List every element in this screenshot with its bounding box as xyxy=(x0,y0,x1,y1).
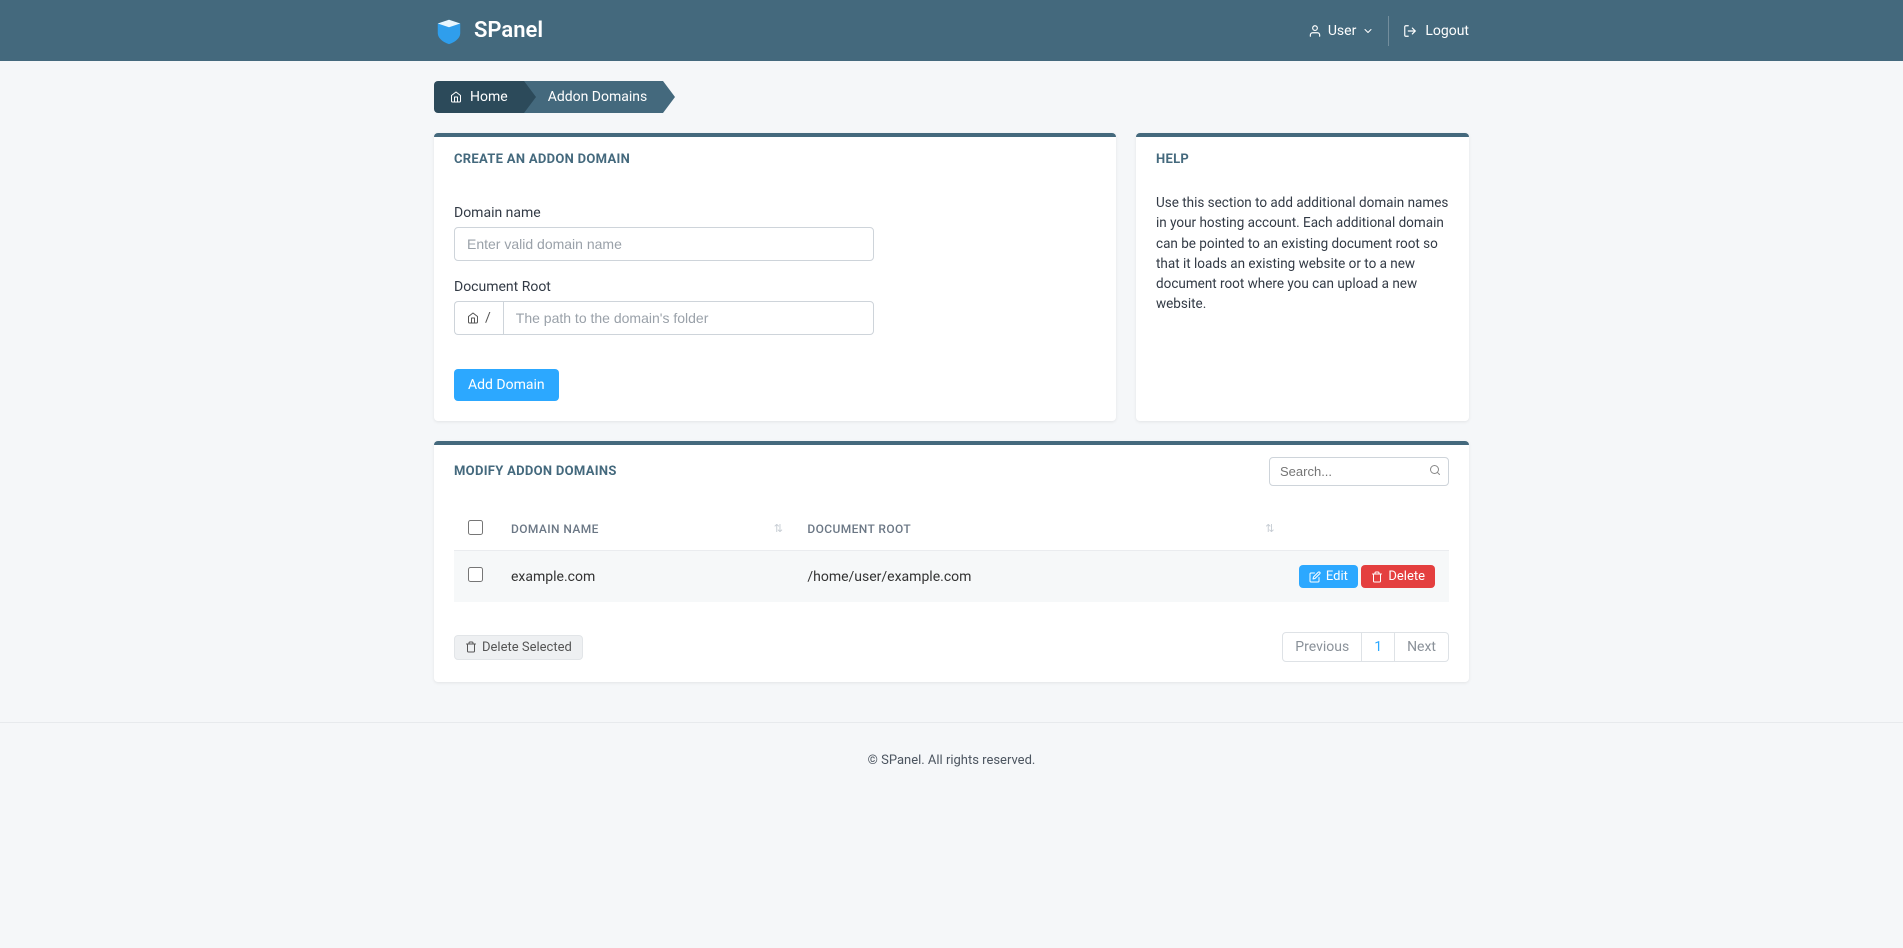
modify-addon-panel: MODIFY ADDON DOMAINS DOMAIN NAME ⇅ DOCUM… xyxy=(434,441,1469,682)
column-document-root[interactable]: DOCUMENT ROOT ⇅ xyxy=(793,508,1285,551)
cell-domain: example.com xyxy=(497,551,793,603)
modify-panel-title: MODIFY ADDON DOMAINS xyxy=(454,464,617,479)
trash-icon xyxy=(465,641,477,653)
search-input[interactable] xyxy=(1269,457,1449,486)
select-all-checkbox[interactable] xyxy=(468,520,483,535)
breadcrumb-current[interactable]: Addon Domains xyxy=(524,81,664,113)
trash-icon xyxy=(1371,571,1383,583)
home-icon xyxy=(467,312,479,324)
pagination-previous[interactable]: Previous xyxy=(1282,632,1362,662)
sort-icon: ⇅ xyxy=(774,522,784,535)
edit-button[interactable]: Edit xyxy=(1299,565,1358,588)
document-root-input[interactable] xyxy=(503,301,874,335)
user-menu[interactable]: User xyxy=(1294,16,1389,46)
cell-docroot: /home/user/example.com xyxy=(793,551,1285,603)
pagination-page-1[interactable]: 1 xyxy=(1362,632,1395,662)
docroot-prefix-slash: / xyxy=(485,310,491,326)
brand-name: SPanel xyxy=(474,18,543,43)
breadcrumb-home[interactable]: Home xyxy=(434,81,524,113)
domain-name-label: Domain name xyxy=(454,205,1096,221)
footer-text: © SPanel. All rights reserved. xyxy=(868,753,1036,768)
help-panel-title: HELP xyxy=(1136,137,1469,177)
logout-icon xyxy=(1403,24,1417,38)
add-domain-button[interactable]: Add Domain xyxy=(454,369,559,401)
search-icon xyxy=(1429,464,1441,480)
pagination: Previous 1 Next xyxy=(1282,632,1449,662)
brand-logo[interactable]: SPanel xyxy=(434,16,543,46)
help-panel: HELP Use this section to add additional … xyxy=(1136,133,1469,421)
caret-down-icon xyxy=(1362,25,1374,37)
user-icon xyxy=(1308,24,1322,38)
pagination-next[interactable]: Next xyxy=(1395,632,1449,662)
home-icon xyxy=(450,91,462,103)
help-text: Use this section to add additional domai… xyxy=(1156,187,1449,315)
column-domain-name[interactable]: DOMAIN NAME ⇅ xyxy=(497,508,793,551)
logout-label: Logout xyxy=(1425,23,1469,39)
user-label: User xyxy=(1328,23,1356,39)
table-row: example.com /home/user/example.com Edit … xyxy=(454,551,1449,603)
logout-link[interactable]: Logout xyxy=(1389,23,1469,39)
create-panel-title: CREATE AN ADDON DOMAIN xyxy=(434,137,1116,177)
create-addon-panel: CREATE AN ADDON DOMAIN Domain name Docum… xyxy=(434,133,1116,421)
header: SPanel User Logout xyxy=(0,0,1903,61)
row-checkbox[interactable] xyxy=(468,567,483,582)
domain-name-input[interactable] xyxy=(454,227,874,261)
domains-table: DOMAIN NAME ⇅ DOCUMENT ROOT ⇅ example.co… xyxy=(454,508,1449,602)
footer: © SPanel. All rights reserved. xyxy=(0,722,1903,788)
delete-button[interactable]: Delete xyxy=(1361,565,1435,588)
breadcrumb-current-label: Addon Domains xyxy=(548,89,648,105)
breadcrumb-home-label: Home xyxy=(470,89,508,105)
logo-icon xyxy=(434,16,464,46)
sort-icon: ⇅ xyxy=(1265,522,1275,535)
delete-selected-button[interactable]: Delete Selected xyxy=(454,635,583,660)
breadcrumb: Home Addon Domains xyxy=(434,81,1469,113)
document-root-label: Document Root xyxy=(454,279,1096,295)
docroot-prefix: / xyxy=(454,301,503,335)
edit-icon xyxy=(1309,571,1321,583)
